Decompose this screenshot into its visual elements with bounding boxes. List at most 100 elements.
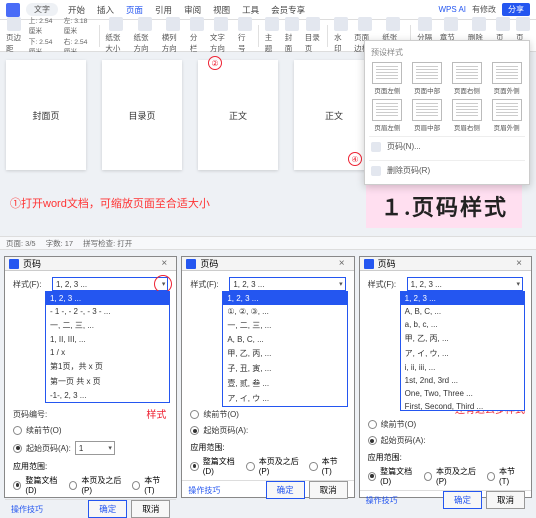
tab-view[interactable]: 视图 — [213, 4, 230, 16]
style-combo[interactable]: 1, 2, 3 ... — [407, 277, 523, 291]
col-orient[interactable]: 横列方向 — [162, 17, 184, 54]
start-spinner[interactable]: 1 — [75, 441, 115, 455]
tab-page[interactable]: 页面 — [126, 4, 143, 16]
list-item[interactable]: A, B, C, ... — [401, 305, 524, 318]
list-item[interactable]: i, ii, iii, ... — [401, 361, 524, 374]
preset-cell[interactable]: 页面中部 — [409, 62, 446, 95]
list-item[interactable]: ①, ②, ③, ... — [223, 305, 346, 318]
cancel-button[interactable]: 取消 — [309, 481, 348, 499]
margins-group[interactable]: 页边距 — [6, 17, 23, 54]
list-item[interactable]: a, b, c, ... — [401, 318, 524, 331]
theme[interactable]: 主题 — [265, 17, 279, 54]
app-logo — [6, 3, 20, 17]
list-item[interactable]: 1st, 2nd, 3rd ... — [401, 374, 524, 387]
list-item[interactable]: 第1页，共 x 页 — [46, 359, 169, 374]
wps-ai[interactable]: WPS AI — [438, 5, 466, 14]
tab-member[interactable]: 会员专享 — [271, 4, 305, 16]
cancel-button[interactable]: 取消 — [486, 491, 525, 509]
ok-button[interactable]: 确定 — [443, 491, 482, 509]
page-number-menu-item[interactable]: 页码(N)... — [369, 136, 525, 156]
preset-cell[interactable]: 页眉右侧 — [449, 99, 486, 132]
watermark[interactable]: 水印 — [334, 17, 348, 54]
preset-cell[interactable]: 页面左侧 — [369, 62, 406, 95]
tab-tools[interactable]: 工具 — [242, 4, 259, 16]
delete-page-number-menu-item[interactable]: 删除页码(R) — [369, 160, 525, 180]
list-item[interactable]: 一, 二, 三, ... — [223, 318, 346, 333]
page-thumb[interactable]: 正文 — [294, 60, 374, 170]
list-item[interactable]: 1, II, III, ... — [46, 333, 169, 346]
num-label: 页码编号: — [13, 409, 47, 420]
list-item[interactable]: ア, イ, ウ ... — [223, 391, 346, 406]
radio-continue[interactable] — [368, 420, 377, 429]
preset-cell[interactable]: 页面右侧 — [449, 62, 486, 95]
columns[interactable]: 分栏 — [190, 17, 204, 54]
list-item[interactable]: One, Two, Three ... — [401, 387, 524, 400]
list-item[interactable]: 第一页 共 x 页 — [46, 374, 169, 389]
preset-cell[interactable]: 页面外侧 — [488, 62, 525, 95]
radio-start[interactable] — [13, 444, 22, 453]
annotation-2: ② — [208, 56, 222, 70]
list-item[interactable]: A, B, C, ... — [223, 333, 346, 346]
style-dropdown-list[interactable]: 1, 2, 3 ... ①, ②, ③, ... 一, 二, 三, ... A,… — [222, 291, 347, 407]
radio-start[interactable] — [368, 436, 377, 445]
close-icon[interactable]: × — [334, 258, 350, 269]
close-icon[interactable]: × — [156, 258, 172, 269]
cover[interactable]: 封面 — [285, 17, 299, 54]
tips-link[interactable]: 操作技巧 — [188, 485, 220, 496]
share-button[interactable]: 分享 — [502, 3, 530, 16]
list-item[interactable]: 1, 2, 3 ... — [46, 292, 169, 305]
page-thumb[interactable]: 目录页 — [102, 60, 182, 170]
toc-page[interactable]: 目录页 — [305, 17, 322, 54]
status-spell: 拼写检查: 打开 — [83, 238, 132, 249]
list-item[interactable]: 一, 二, 三, ... — [46, 318, 169, 333]
style-combo[interactable]: 1, 2, 3 ... — [52, 277, 168, 291]
dialog-titlebar[interactable]: 页码 × — [182, 257, 353, 271]
list-item[interactable]: 甲, 乙, 丙, ... — [223, 346, 346, 361]
style-dropdown-list[interactable]: 1, 2, 3 ... A, B, C, ... a, b, c, ... 甲,… — [400, 291, 525, 411]
ok-button[interactable]: 确定 — [88, 500, 127, 518]
radio-continue[interactable] — [13, 426, 22, 435]
close-icon[interactable]: × — [511, 258, 527, 269]
tab-ref[interactable]: 引用 — [155, 4, 172, 16]
dialog-titlebar[interactable]: 页码 × — [5, 257, 176, 271]
ok-button[interactable]: 确定 — [266, 481, 305, 499]
radio-whole[interactable] — [13, 481, 21, 490]
list-item[interactable]: 子, 丑, 寅, ... — [223, 361, 346, 376]
dialog-titlebar[interactable]: 页码 × — [360, 257, 531, 271]
tab-insert[interactable]: 插入 — [97, 4, 114, 16]
style-dropdown-list[interactable]: 1, 2, 3 ... - 1 -, - 2 -, - 3 - ... 一, 二… — [45, 291, 170, 403]
pending-indicator[interactable]: 有修改 — [472, 4, 496, 15]
paper-orient[interactable]: 纸张方向 — [134, 17, 156, 54]
radio-section[interactable] — [132, 481, 140, 490]
tab-review[interactable]: 审阅 — [184, 4, 201, 16]
style-combo[interactable]: 1, 2, 3 ... — [229, 277, 345, 291]
page-thumb[interactable]: 封面页 — [6, 60, 86, 170]
list-item[interactable]: 1, 2, 3 ... — [223, 292, 346, 305]
list-item[interactable]: First, Second, Third ... — [401, 400, 524, 411]
page-thumb[interactable]: 正文 — [198, 60, 278, 170]
list-item[interactable]: 甲, 乙, 丙, ... — [401, 331, 524, 346]
list-item[interactable]: 1, 2, 3 ... — [401, 292, 524, 305]
preset-cell[interactable]: 页眉外侧 — [488, 99, 525, 132]
preset-cell[interactable]: 页眉左侧 — [369, 99, 406, 132]
tips-link[interactable]: 操作技巧 — [11, 504, 43, 515]
radio-continue[interactable] — [190, 410, 199, 419]
text-dir[interactable]: 文字方向 — [210, 17, 232, 54]
line-num[interactable]: 行号 — [238, 17, 252, 54]
list-item[interactable]: 壹, 贰, 叁 ... — [223, 376, 346, 391]
paper-size[interactable]: 纸张大小 — [105, 17, 127, 54]
tips-link[interactable]: 操作技巧 — [366, 495, 398, 506]
radio-start[interactable] — [190, 426, 199, 435]
list-item[interactable]: - 1 -, - 2 -, - 3 - ... — [46, 305, 169, 318]
radio-after[interactable] — [69, 481, 77, 490]
dialog-title: 页码 — [23, 257, 41, 270]
margins-label: 页边距 — [6, 32, 23, 54]
page-number-dialog-3: 页码 × 样式(F):1, 2, 3 ... 1, 2, 3 ... A, B,… — [359, 256, 532, 498]
list-item[interactable]: ア, イ, ウ, ... — [401, 346, 524, 361]
preset-cell[interactable]: 页眉中部 — [409, 99, 446, 132]
list-item[interactable]: 1 / x — [46, 346, 169, 359]
tab-start[interactable]: 开始 — [68, 4, 85, 16]
cancel-button[interactable]: 取消 — [131, 500, 170, 518]
statusbar: 页面: 3/5 字数: 17 拼写检查: 打开 — [0, 236, 536, 250]
list-item[interactable]: -1-, 2, 3 ... — [46, 389, 169, 402]
